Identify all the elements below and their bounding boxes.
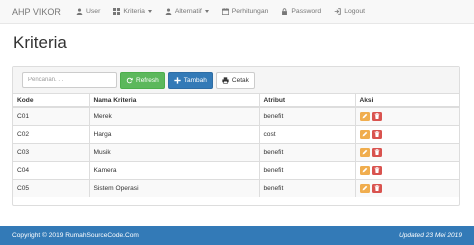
lock-icon (282, 8, 288, 15)
trash-icon (374, 149, 379, 155)
cell-aksi (355, 106, 459, 125)
trash-icon (374, 113, 379, 120)
nav-item-kriteria[interactable]: Kriteria (113, 8, 152, 15)
nav-item-label: Password (291, 8, 322, 15)
nav-item-label: User (86, 8, 101, 15)
edit-button[interactable] (359, 129, 370, 139)
delete-button[interactable] (371, 111, 382, 121)
edit-icon (362, 185, 367, 191)
navbar-brand[interactable]: AHP VIKOR (0, 7, 76, 17)
table-header-row: Kode Nama Kriteria Atribut Aksi (13, 94, 459, 108)
trash-icon (374, 167, 379, 173)
cell-atribut: benefit (259, 142, 356, 161)
footer: Copyright © 2019 RumahSourceCode.Com Upd… (0, 226, 474, 245)
table-row: C05 Sistem Operasi benefit (13, 178, 459, 197)
refresh-button[interactable]: Refresh (120, 71, 165, 89)
print-button[interactable]: Cetak (215, 71, 255, 89)
add-button[interactable]: Tambah (167, 71, 213, 89)
print-label: Cetak (231, 76, 249, 84)
navbar-menu: User Kriteria Alternatif Perhitungan Pas… (76, 8, 378, 15)
column-header-nama[interactable]: Nama Kriteria (89, 94, 260, 108)
cell-aksi (355, 160, 459, 179)
caret-down-icon (147, 10, 152, 13)
caret-down-icon (204, 10, 209, 13)
cell-kode: C01 (13, 106, 90, 125)
user-icon (165, 8, 172, 15)
cell-nama: Musik (89, 142, 260, 161)
nav-item-label: Logout (344, 8, 366, 15)
edit-icon (362, 131, 367, 137)
edit-icon (362, 113, 367, 119)
nav-item-label: Kriteria (123, 8, 145, 15)
delete-button[interactable] (371, 183, 382, 193)
cell-nama: Harga (89, 124, 260, 143)
page-title: Kriteria (13, 33, 67, 52)
toolbar: Refresh Tambah Cetak (13, 67, 459, 94)
cell-nama: Kamera (89, 160, 260, 179)
nav-item-alternatif[interactable]: Alternatif (165, 8, 209, 15)
add-label: Tambah (183, 76, 207, 84)
edit-icon (362, 149, 367, 155)
table-row: C04 Kamera benefit (13, 160, 459, 179)
nav-item-password[interactable]: Password (281, 8, 321, 15)
cell-atribut: cost (259, 124, 356, 143)
table-row: C03 Musik benefit (13, 142, 459, 161)
cell-kode: C02 (13, 124, 90, 143)
nav-item-user[interactable]: User (76, 8, 100, 15)
delete-button[interactable] (371, 147, 382, 157)
user-icon (76, 8, 83, 15)
cell-nama: Merek (89, 106, 260, 125)
kriteria-table: Kode Nama Kriteria Atribut Aksi C01 Mere… (13, 94, 459, 197)
footer-copyright: Copyright © 2019 RumahSourceCode.Com (12, 232, 139, 239)
column-header-atribut[interactable]: Atribut (259, 94, 356, 108)
cell-atribut: benefit (259, 178, 356, 197)
edit-button[interactable] (359, 111, 370, 121)
cell-aksi (355, 142, 459, 161)
edit-button[interactable] (359, 165, 370, 175)
cell-aksi (355, 124, 459, 143)
refresh-label: Refresh (136, 76, 159, 84)
cell-kode: C05 (13, 178, 90, 197)
plus-icon (174, 76, 181, 84)
nav-item-label: Perhitungan (231, 8, 269, 15)
delete-button[interactable] (371, 129, 382, 139)
cell-atribut: benefit (259, 106, 356, 125)
print-icon (222, 76, 229, 84)
trash-icon (374, 185, 379, 192)
logout-icon (334, 8, 341, 15)
refresh-icon (126, 77, 133, 83)
cell-atribut: benefit (259, 160, 356, 179)
delete-button[interactable] (371, 165, 382, 175)
cell-aksi (355, 178, 459, 197)
footer-updated: Updated 23 Mei 2019 (398, 232, 462, 239)
column-header-kode[interactable]: Kode (13, 94, 90, 108)
kriteria-panel: Refresh Tambah Cetak Kode Nama Kriteria … (12, 66, 460, 206)
search-input[interactable] (22, 72, 117, 88)
column-header-aksi: Aksi (355, 94, 459, 108)
trash-icon (374, 131, 379, 137)
edit-icon (362, 167, 367, 173)
calendar-icon (221, 8, 229, 15)
nav-item-logout[interactable]: Logout (334, 8, 365, 15)
navbar: AHP VIKOR User Kriteria Alternatif Perhi… (0, 0, 474, 24)
th-large-icon (113, 8, 121, 15)
cell-kode: C04 (13, 160, 90, 179)
cell-kode: C03 (13, 142, 90, 161)
edit-button[interactable] (359, 147, 370, 157)
edit-button[interactable] (359, 183, 370, 193)
table-row: C01 Merek benefit (13, 106, 459, 125)
nav-item-perhitungan[interactable]: Perhitungan (221, 8, 269, 15)
nav-item-label: Alternatif (174, 8, 202, 15)
cell-nama: Sistem Operasi (89, 178, 260, 197)
table-row: C02 Harga cost (13, 124, 459, 143)
